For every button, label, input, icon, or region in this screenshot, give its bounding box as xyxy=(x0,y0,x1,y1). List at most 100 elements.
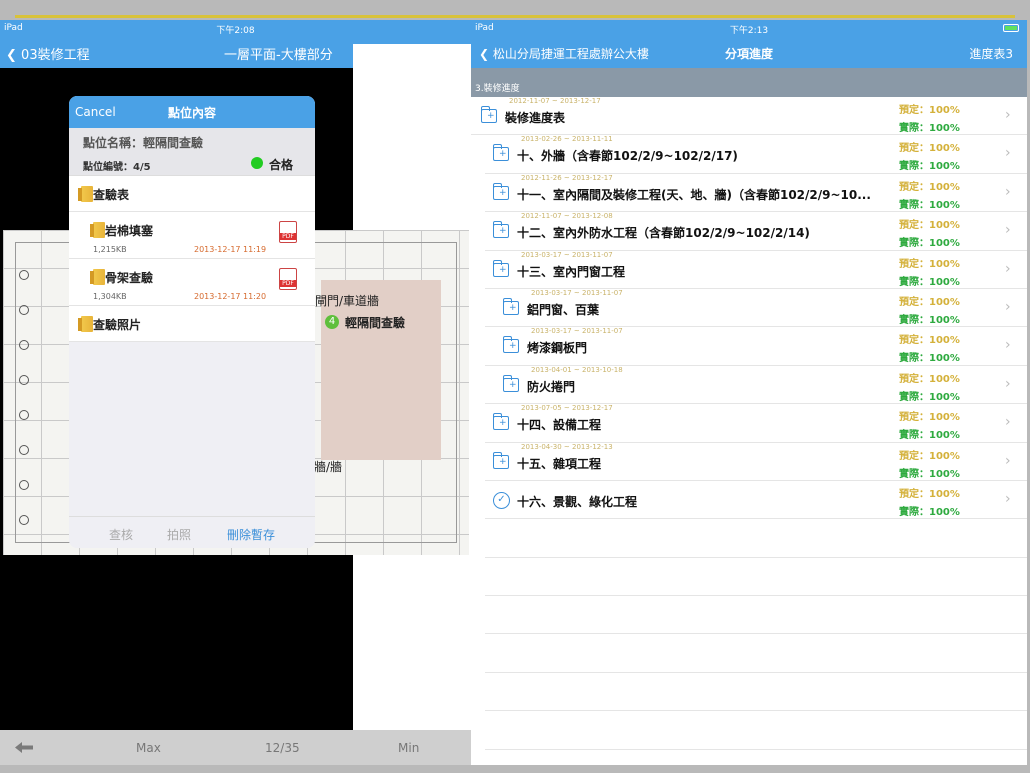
empty-list-row xyxy=(485,558,1027,597)
grid-marker-icon xyxy=(19,305,29,315)
task-row[interactable]: 2013-04-30 ~ 2013-12-13 十五、雜項工程 預定：100% 實際：… xyxy=(485,443,1027,481)
file-size: 1,215KB xyxy=(93,245,127,254)
task-row[interactable]: 2013-04-01 ~ 2013-10-18 防火捲門 預定：100% 實際：100… xyxy=(485,366,1027,405)
popup-header: Cancel 點位內容 xyxy=(69,96,315,128)
grid-marker-icon xyxy=(19,375,29,385)
schedule-button[interactable]: 進度表3 xyxy=(969,45,1013,62)
actual-progress: 實際：100% xyxy=(899,314,960,326)
folder-plus-icon xyxy=(480,106,497,123)
inspection-point-marker[interactable]: 4 xyxy=(325,315,339,329)
chevron-right-icon: › xyxy=(1005,107,1011,123)
empty-list-row xyxy=(485,673,1027,712)
task-title: 十三、室內門窗工程 xyxy=(517,264,626,279)
page-indicator: 12/35 xyxy=(265,741,300,755)
plan-label: 牆/牆 xyxy=(314,460,343,474)
planned-progress: 預定：100% xyxy=(899,220,960,232)
folder-plus-icon xyxy=(492,451,509,469)
point-name: 點位名稱：輕隔間查驗 xyxy=(83,136,204,150)
task-title: 鋁門窗、百葉 xyxy=(527,302,600,317)
grid-marker-icon xyxy=(19,410,29,420)
left-nav-bar: ❮ 03裝修工程 一層平面-大樓部分 點位有序號＋名稱 名 xyxy=(0,36,471,765)
task-row[interactable]: 2013-02-26 ~ 2013-11-11 十、外牆（含春節102/2/9~1… xyxy=(485,135,1027,174)
actual-progress: 實際：100% xyxy=(899,276,960,288)
task-list: 2012-11-07 ~ 2013-12-17裝修進度表預定：100%實際：10… xyxy=(471,97,1027,750)
folder-icon xyxy=(78,316,93,332)
folder-row-photos[interactable]: 查驗照片 xyxy=(69,306,315,342)
folder-plus-icon xyxy=(492,259,509,277)
task-row[interactable]: 2012-11-26 ~ 2013-12-17 十一、室內隔間及裝修工程(天、地、… xyxy=(485,174,1027,213)
file-label: 骨架查驗 xyxy=(105,271,154,285)
planned-progress: 預定：100% xyxy=(899,258,960,270)
back-button[interactable]: ❮ 03裝修工程 xyxy=(6,44,90,63)
file-time: 2013-12-17 11:20 xyxy=(194,292,267,301)
task-row[interactable]: 2012-11-07 ~ 2013-12-17 裝修進度表 預定：100% 實際：10… xyxy=(471,97,1027,136)
pdf-icon[interactable]: PDF xyxy=(279,221,297,243)
chevron-right-icon: › xyxy=(1005,183,1011,200)
chevron-right-icon: › xyxy=(1005,452,1011,469)
task-row[interactable]: 2013-03-17 ~ 2013-11-07 鋁門窗、百葉 預定：100% 實際：1… xyxy=(485,288,1027,328)
actual-progress: 實際：100% xyxy=(899,468,960,480)
point-detail-popup: Cancel 點位內容 點位名稱：輕隔間查驗 點位編號：4/5 合格 查驗表 岩… xyxy=(69,96,315,548)
planned-progress: 預定：100% xyxy=(899,296,960,308)
frame-accent-line xyxy=(15,15,1015,18)
planned-progress: 預定：100% xyxy=(899,412,960,424)
file-row[interactable]: 岩棉填塞 1,215KB 2013-12-17 11:19 PDF xyxy=(69,212,315,259)
folder-label: 查驗照片 xyxy=(93,318,142,332)
task-dates: 2013-07-05 ~ 2013-12-17 xyxy=(521,404,613,413)
pdf-icon[interactable]: PDF xyxy=(279,268,297,290)
check-circle-icon: ✓ xyxy=(493,491,510,509)
task-title: 十二、室內外防水工程（含春節102/2/9~102/2/14) xyxy=(517,226,810,241)
task-row[interactable]: 2013-07-05 ~ 2013-12-17 十四、設備工程 預定：100% 實際：… xyxy=(485,404,1027,443)
file-row[interactable]: 骨架查驗 1,304KB 2013-12-17 11:20 PDF xyxy=(69,259,315,306)
status-time: 下午2:13 xyxy=(729,26,769,36)
planned-progress: 預定：100% xyxy=(899,181,960,193)
task-dates: 2012-11-07 ~ 2013-12-17 xyxy=(509,97,601,105)
folder-icon xyxy=(90,222,105,238)
grid-marker-icon xyxy=(19,340,29,350)
folder-plus-icon xyxy=(492,413,509,431)
file-time: 2013-12-17 11:19 xyxy=(194,245,267,254)
task-row[interactable]: 2012-11-07 ~ 2013-12-08 十二、室內外防水工程（含春節102… xyxy=(485,212,1027,251)
popup-footer: 查核 拍照 刪除暫存 xyxy=(69,516,315,548)
task-row[interactable]: 2013-03-17 ~ 2013-11-07 十三、室內門窗工程 預定：100% 實… xyxy=(485,251,1027,289)
folder-row-checklist[interactable]: 查驗表 xyxy=(69,176,315,212)
folder-icon xyxy=(78,186,93,202)
empty-list-row xyxy=(485,519,1027,558)
grid-marker-icon xyxy=(19,445,29,455)
back-label: 03裝修工程 xyxy=(21,48,90,63)
right-screen: iPad 下午2:13 ❮ 松山分局捷運工程處辦公大樓 分項進度 進度表3 3.… xyxy=(471,20,1027,765)
task-dates: 2012-11-07 ~ 2013-12-08 xyxy=(521,212,613,221)
chevron-left-icon: ❮ xyxy=(6,48,17,63)
delete-cache-button[interactable]: 刪除暫存 xyxy=(227,526,275,543)
review-button[interactable]: 查核 xyxy=(109,526,133,543)
nav-title: 分項進度 xyxy=(724,47,773,61)
task-title: 十五、雜項工程 xyxy=(517,456,602,471)
min-button[interactable]: Min xyxy=(398,741,419,755)
task-title: 烤漆鋼板門 xyxy=(527,341,588,356)
folder-plus-icon xyxy=(502,374,519,392)
photo-button[interactable]: 拍照 xyxy=(167,526,191,543)
actual-progress: 實際：100% xyxy=(899,238,960,250)
back-arrow-icon[interactable] xyxy=(15,742,33,753)
task-row[interactable]: 2013-03-17 ~ 2013-11-07 烤漆鋼板門 預定：100% 實際：10… xyxy=(485,327,1027,366)
nav-title: 一層平面-大樓部分 xyxy=(224,48,333,63)
status-time: 下午2:08 xyxy=(216,26,255,36)
point-code: 點位編號：4/5 xyxy=(83,162,151,173)
left-status-bar: iPad 下午2:08 xyxy=(0,20,471,36)
task-dates: 2013-03-17 ~ 2013-11-07 xyxy=(521,250,613,259)
task-row[interactable]: ✓ 十六、景觀、綠化工程 預定：100% 實際：100% › xyxy=(485,481,1027,520)
status-dot-icon xyxy=(251,157,263,169)
task-dates: 2013-03-17 ~ 2013-11-07 xyxy=(531,288,623,297)
grid-marker-icon xyxy=(19,270,29,280)
chevron-right-icon: › xyxy=(1005,337,1011,354)
actual-progress: 實際：100% xyxy=(899,506,960,518)
empty-list-row xyxy=(485,596,1027,635)
grid-marker-icon xyxy=(19,480,29,490)
max-button[interactable]: Max xyxy=(136,741,161,755)
task-title: 十一、室內隔間及裝修工程(天、地、牆)（含春節102/2/9~10... xyxy=(517,187,871,202)
section-header: 3.裝修進度 xyxy=(471,68,1027,97)
left-bottom-toolbar: Max 12/35 Min xyxy=(0,730,471,765)
planned-progress: 預定：100% xyxy=(899,373,960,385)
actual-progress: 實際：100% xyxy=(899,353,960,365)
right-nav-bar: ❮ 松山分局捷運工程處辦公大樓 分項進度 進度表3 xyxy=(471,36,1027,68)
